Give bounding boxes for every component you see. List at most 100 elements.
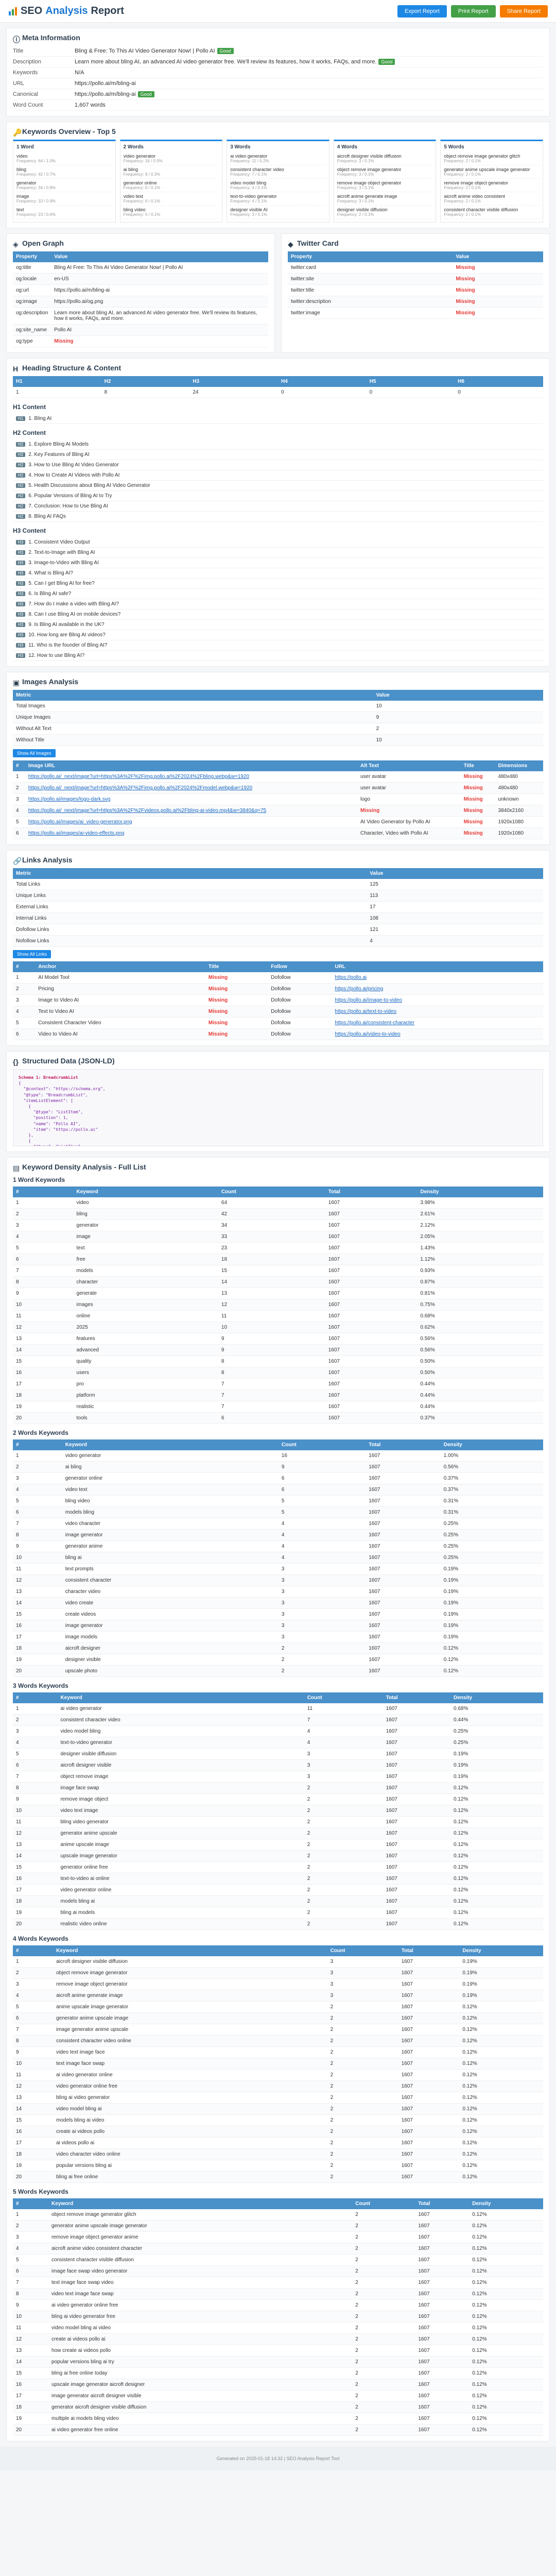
table-row: 2 object remove image generator 3 1607 0.19% <box>13 1967 543 1979</box>
table-cell: 10 <box>218 1321 325 1333</box>
export-button[interactable]: Export Report <box>397 5 447 18</box>
keyword-text: designer visible AI <box>230 207 268 212</box>
table-cell: 1607 <box>415 2299 470 2311</box>
show-all-images-button[interactable]: Show All Images <box>13 749 56 757</box>
table-cell: 7 <box>218 1378 325 1390</box>
table-link[interactable]: https://pollo.ai/image-to-video <box>335 997 402 1003</box>
table-cell: 3.98% <box>417 1197 543 1209</box>
table-cell: 12 <box>13 1574 62 1586</box>
meta-key: Title <box>13 48 24 54</box>
table-link[interactable]: https://pollo.ai/text-to-video <box>335 1009 396 1014</box>
table-cell: 1607 <box>383 1873 451 1885</box>
keyword-column: 1 Word video Frequency: 64 / 1.0% bling Freq… <box>13 140 116 223</box>
table-link[interactable]: https://pollo.ai <box>335 975 367 980</box>
table-cell: 1607 <box>366 1484 441 1496</box>
table-cell: generator anime upscale <box>57 1827 304 1839</box>
table-cell: ai video generator online free <box>48 2299 353 2311</box>
table-cell: 1607 <box>415 2243 470 2255</box>
table-row: 6 free 18 1607 1.12% <box>13 1253 543 1265</box>
table-row: 18 generator aicroft designer visible dif… <box>13 2401 543 2413</box>
table-cell: 17 <box>13 1631 62 1643</box>
table-link[interactable]: https://pollo.ai/images/ai_video-generat… <box>28 819 132 825</box>
table-cell: https://pollo.ai/video-to-video <box>332 1028 543 1040</box>
table-cell: generator anime upscale image generator <box>48 2220 353 2232</box>
table-cell: 1607 <box>415 2231 470 2243</box>
keyword-text: bling <box>16 167 27 172</box>
table-cell: 4 <box>278 1552 366 1564</box>
heading-tag: H2 <box>16 452 26 457</box>
table-header-cell: Density <box>440 1439 543 1450</box>
table-link[interactable]: https://pollo.ai/_next/image?url=https%3… <box>28 785 252 791</box>
table-link[interactable]: https://pollo.ai/_next/image?url=https%3… <box>28 808 266 814</box>
table-row: 13 features 9 1607 0.56% <box>13 1333 543 1345</box>
table-header-cell: Keyword <box>48 2198 353 2209</box>
table-link[interactable]: https://pollo.ai/video-to-video <box>335 1031 400 1037</box>
table-cell: text image face swap <box>53 2058 327 2070</box>
table-cell: 1607 <box>366 1552 441 1564</box>
table-cell: https://pollo.ai/_next/image?url=https%3… <box>25 782 357 794</box>
table-cell: 2 <box>13 983 36 995</box>
table-cell: 5 <box>13 1495 62 1507</box>
table-cell: 12 <box>13 2080 54 2092</box>
table-cell: 2 <box>327 2126 398 2138</box>
table-cell: 1607 <box>415 2356 470 2368</box>
table-cell: 1607 <box>383 1884 451 1896</box>
table-cell: og:type <box>13 335 51 347</box>
table-row: 11 online 11 1607 0.68% <box>13 1310 543 1322</box>
table-link[interactable]: https://pollo.ai/_next/image?url=https%3… <box>28 774 249 779</box>
table-header-cell: Count <box>352 2198 415 2209</box>
table-cell: 8 <box>13 1782 58 1794</box>
chart-icon <box>9 7 17 15</box>
table-header-row: Property Value <box>13 251 268 262</box>
table-cell: og:locale <box>13 273 51 285</box>
table-cell: 10 <box>13 2311 49 2323</box>
table-cell: 1607 <box>325 1355 418 1367</box>
table-cell: 4 <box>304 1737 383 1749</box>
table-cell: Unique Links <box>13 890 367 902</box>
table-cell: 0.25% <box>440 1518 543 1530</box>
table-link[interactable]: https://pollo.ai/pricing <box>335 986 383 992</box>
heading-item: H2 7. Conclusion: How to Use Bling AI <box>13 501 543 512</box>
table-cell: 1607 <box>325 1401 418 1413</box>
table-cell: 3 <box>13 1219 74 1231</box>
table-row: 6 https://pollo.ai/images/ai-video-effect… <box>13 827 543 839</box>
keywords-overview-section: 🔑 Keywords Overview - Top 5 1 Word video Fr… <box>6 122 550 228</box>
table-cell: 1607 <box>325 1253 418 1265</box>
keyword-frequency: Frequency: 5 / 0.1% <box>123 212 161 217</box>
heading-item: H3 9. Is Bling AI available in the UK? <box>13 620 543 630</box>
table-cell: 5 <box>13 2254 49 2266</box>
keyword-item: ai video generator Frequency: 11 / 0.2% <box>230 152 326 165</box>
keyword-text: bling video <box>123 207 146 212</box>
meta-row: URL https://pollo.ai/m/bling-ai <box>13 78 543 89</box>
table-cell: 0.44% <box>417 1378 543 1390</box>
table-cell: 1607 <box>383 1793 451 1805</box>
keyword-column-title: 2 Words <box>123 144 144 150</box>
show-all-links-button[interactable]: Show All Links <box>13 950 51 958</box>
table-cell: text <box>73 1242 218 1254</box>
table-cell: 3 <box>327 1978 398 1990</box>
table-cell: https://pollo.ai/images/ai-video-effects… <box>25 827 357 839</box>
share-button[interactable]: Share Report <box>499 5 548 18</box>
table-link[interactable]: https://pollo.ai/images/logo-dark.svg <box>28 796 111 802</box>
table-row: 6 aicroft designer visible 3 1607 0.19% <box>13 1759 543 1771</box>
meta-key: Word Count <box>13 102 43 108</box>
meta-rows: Title Bling & Free: To This AI Video Gene… <box>13 46 543 111</box>
table-cell: multiple ai models bling video <box>48 2413 353 2425</box>
table-cell: 0.12% <box>450 1918 543 1930</box>
table-cell: 6 <box>13 2012 54 2024</box>
table-row: 19 popular versions bling ai 2 1607 0.12% <box>13 2160 543 2172</box>
table-cell: 0.12% <box>469 2401 543 2413</box>
table-link[interactable]: https://pollo.ai/consistent-character <box>335 1020 414 1026</box>
table-cell: 2 <box>278 1665 366 1677</box>
table-cell: 0.12% <box>459 2001 543 2013</box>
keyword-item: text Frequency: 23 / 0.6% <box>16 206 112 219</box>
table-cell: 34 <box>218 1219 325 1231</box>
table-link[interactable]: https://pollo.ai/images/ai-video-effects… <box>28 831 125 836</box>
table-cell: 1607 <box>398 2126 460 2138</box>
print-button[interactable]: Print Report <box>450 5 496 18</box>
table-row: 16 image generator 3 1607 0.19% <box>13 1620 543 1632</box>
table-row: 11 ai video generator online 2 1607 0.12% <box>13 2069 543 2081</box>
table-cell: 4 <box>278 1518 366 1530</box>
keyword-frequency: Frequency: 34 / 0.8% <box>16 185 56 190</box>
table-cell: Missing <box>460 816 495 828</box>
